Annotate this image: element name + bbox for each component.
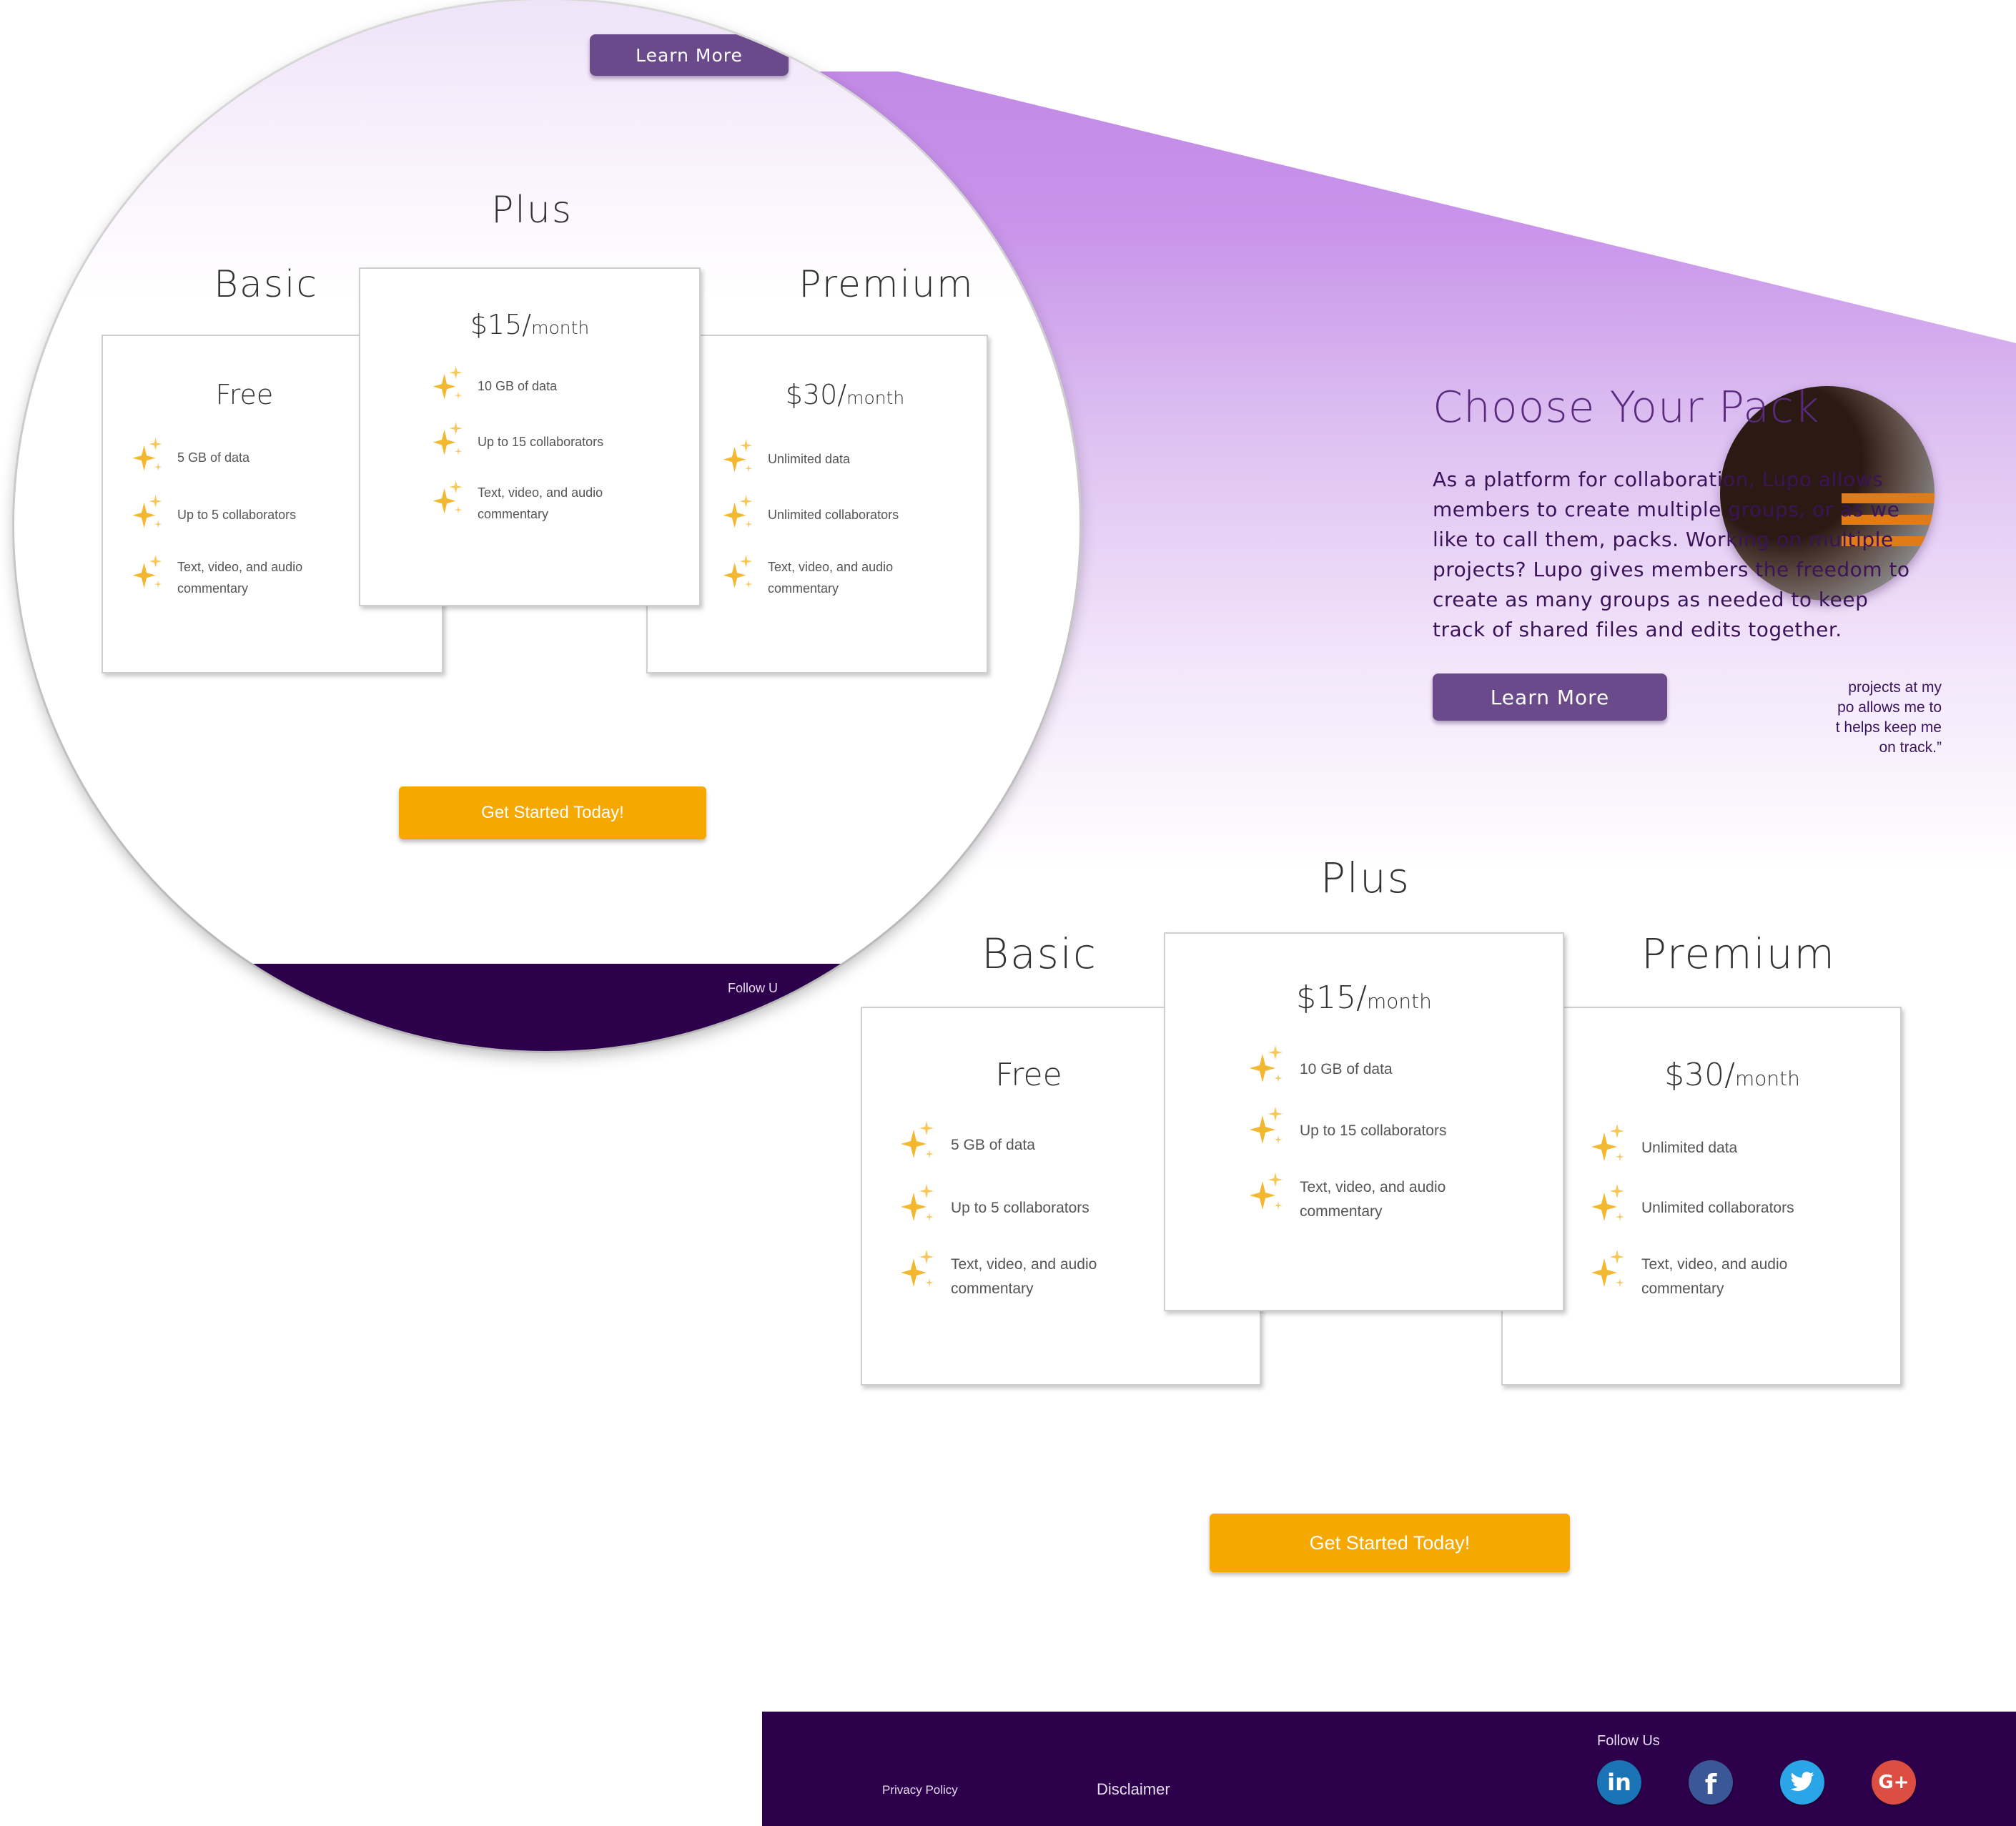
sparkle-icon xyxy=(1591,1184,1624,1221)
feature-text: 5 GB of data xyxy=(177,450,250,465)
twitter-icon[interactable] xyxy=(1780,1760,1824,1805)
sparkle-icon xyxy=(901,1121,934,1158)
sparkle-icon xyxy=(901,1184,934,1221)
footer: Privacy Policy Disclaimer Follow Us xyxy=(762,1712,2016,1826)
disclaimer-link[interactable]: Disclaimer xyxy=(1097,1780,1170,1799)
feature-item: Unlimited collaborators xyxy=(721,495,899,532)
magnifier-hero-fade xyxy=(14,0,1079,300)
feature-text: Text, video, and audio commentary xyxy=(177,560,303,596)
feature-item: Up to 15 collaborators xyxy=(430,422,603,459)
feature-item: Text, video, and audio commentary xyxy=(130,555,302,599)
google-plus-icon[interactable]: G+ xyxy=(1872,1760,1916,1805)
learn-more-button-zoomed[interactable]: Learn More xyxy=(590,34,789,76)
feature-item: Up to 15 collaborators xyxy=(1247,1107,1446,1148)
feature-text: 10 GB of data xyxy=(1300,1061,1393,1077)
feature-text: Up to 5 collaborators xyxy=(177,508,297,522)
sparkle-icon xyxy=(1250,1173,1283,1210)
feature-text: Text, video, and audio commentary xyxy=(1300,1179,1446,1220)
feature-text: Unlimited collaborators xyxy=(1641,1200,1794,1216)
feature-text: Text, video, and audio commentary xyxy=(951,1256,1097,1297)
sparkle-icon xyxy=(723,439,753,473)
plan-name-premium: Premium xyxy=(799,263,974,306)
quote-line: on track.” xyxy=(1879,739,1942,756)
feature-item: 10 GB of data xyxy=(1247,1045,1393,1087)
feature-item: 5 GB of data xyxy=(130,438,249,475)
feature-item: Unlimited data xyxy=(721,439,850,476)
quote-line: po allows me to xyxy=(1837,699,1942,716)
plan-name-plus: Plus xyxy=(1320,854,1411,902)
facebook-icon[interactable]: f xyxy=(1689,1760,1733,1805)
sparkle-icon xyxy=(901,1250,934,1287)
sparkle-icon xyxy=(433,422,463,455)
section-title: Choose Your Pack xyxy=(1433,383,1820,433)
feature-text: 10 GB of data xyxy=(478,379,558,393)
feature-text: Up to 5 collaborators xyxy=(951,1200,1089,1216)
feature-text: Text, video, and audio commentary xyxy=(1641,1256,1788,1297)
sparkle-icon xyxy=(1250,1045,1283,1082)
feature-item: Text, video, and audio commentary xyxy=(430,480,603,525)
feature-item: Up to 5 collaborators xyxy=(130,495,296,532)
privacy-policy-link[interactable]: Privacy Policy xyxy=(882,1783,958,1797)
feature-item: Text, video, and audio commentary xyxy=(1247,1173,1446,1224)
plan-price-basic: Free xyxy=(215,379,274,410)
plan-price-basic: Free xyxy=(995,1057,1062,1093)
sparkle-icon xyxy=(132,555,162,588)
testimonial-quote: projects at my po allows me to t helps k… xyxy=(1684,678,1942,758)
feature-item: 10 GB of data xyxy=(430,366,557,403)
sparkle-icon xyxy=(723,495,753,528)
magnifier-lens: Learn More Basic Free 5 GB of data Up to… xyxy=(14,0,1079,1051)
feature-text: Unlimited data xyxy=(768,452,851,466)
sparkle-icon xyxy=(433,366,463,400)
feature-text: 5 GB of data xyxy=(951,1137,1035,1153)
plan-price-plus: $15/month xyxy=(1296,979,1432,1016)
feature-item: Up to 5 collaborators xyxy=(898,1184,1089,1225)
learn-more-button[interactable]: Learn More xyxy=(1433,673,1667,721)
linkedin-icon[interactable]: in xyxy=(1597,1760,1641,1805)
sparkle-icon xyxy=(1591,1250,1624,1287)
sparkle-icon xyxy=(1591,1124,1624,1161)
plan-price-premium: $30/month xyxy=(785,379,905,410)
follow-us-label: Follow Us xyxy=(1597,1733,1660,1749)
feature-item: Text, video, and audio commentary xyxy=(721,555,893,599)
feature-text: Up to 15 collaborators xyxy=(478,435,604,449)
sparkle-icon xyxy=(723,555,753,588)
feature-text: Unlimited collaborators xyxy=(768,508,899,522)
plan-price-plus: $15/month xyxy=(470,309,590,340)
plan-name-plus: Plus xyxy=(491,189,573,232)
feature-item: Text, video, and audio commentary xyxy=(898,1250,1097,1301)
follow-us-label: Follow U xyxy=(728,981,779,995)
feature-text: Unlimited data xyxy=(1641,1140,1738,1156)
sparkle-icon xyxy=(433,480,463,514)
sparkle-icon xyxy=(1250,1107,1283,1144)
feature-item: Unlimited data xyxy=(1588,1124,1737,1165)
quote-line: t helps keep me xyxy=(1835,719,1942,736)
section-description: As a platform for collaboration, Lupo al… xyxy=(1433,468,1910,641)
feature-text: Text, video, and audio commentary xyxy=(478,485,603,521)
feature-text: Text, video, and audio commentary xyxy=(768,560,894,596)
magnifier-footer: Follow U xyxy=(14,964,1079,1051)
sparkle-icon xyxy=(132,438,162,471)
quote-line: projects at my xyxy=(1848,679,1942,696)
feature-item: Unlimited collaborators xyxy=(1588,1184,1794,1225)
plan-name-premium: Premium xyxy=(1641,929,1837,978)
feature-item: 5 GB of data xyxy=(898,1121,1035,1163)
plan-price-premium: $30/month xyxy=(1664,1057,1800,1093)
feature-item: Text, video, and audio commentary xyxy=(1588,1250,1787,1301)
sparkle-icon xyxy=(132,495,162,528)
get-started-button[interactable]: Get Started Today! xyxy=(1210,1514,1570,1572)
feature-text: Up to 15 collaborators xyxy=(1300,1122,1447,1139)
get-started-button-zoomed[interactable]: Get Started Today! xyxy=(399,786,706,839)
